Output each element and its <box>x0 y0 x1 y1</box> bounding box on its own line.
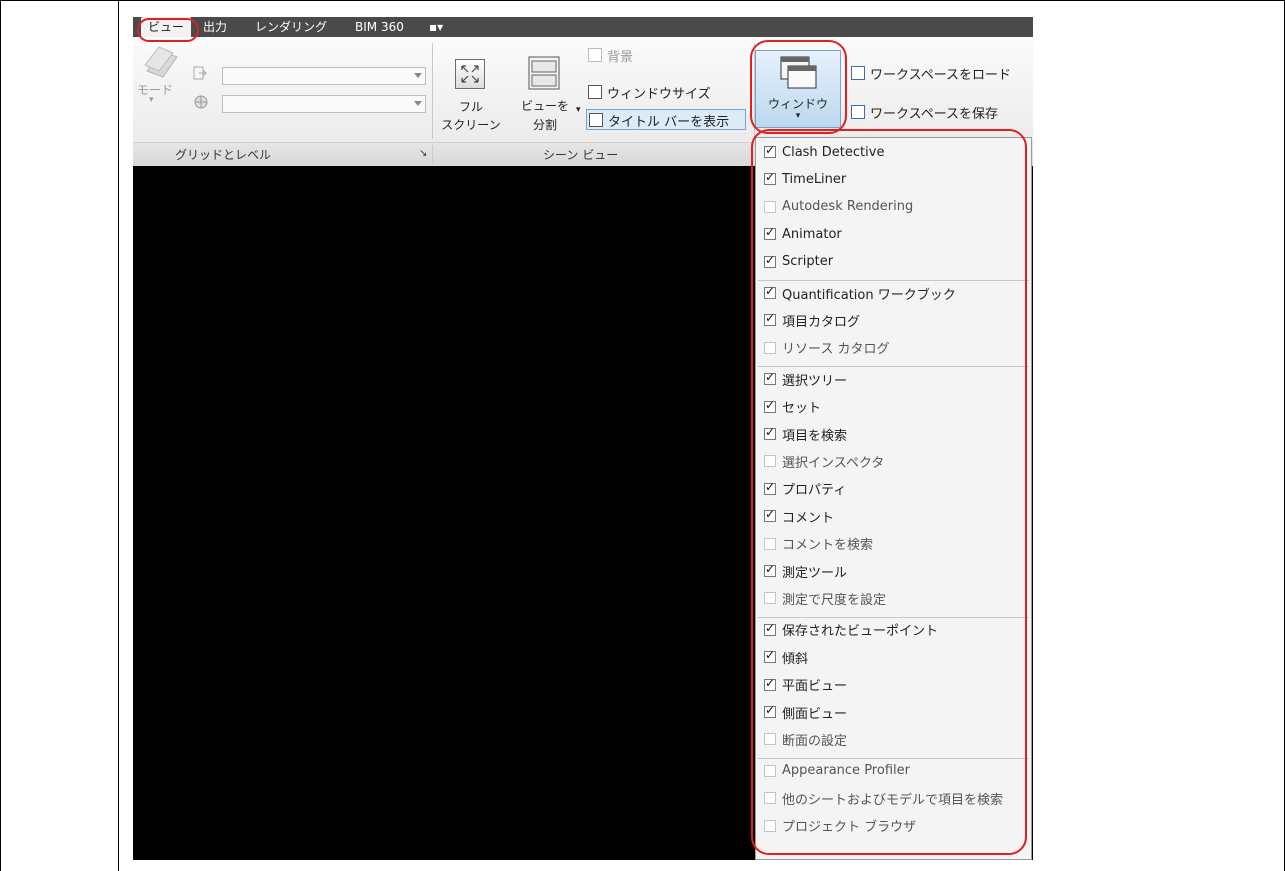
chevron-down-icon <box>414 73 422 78</box>
tab-bim360[interactable]: BIM 360 <box>355 17 404 37</box>
split-view-caret-icon[interactable]: ▾ <box>576 105 581 115</box>
load-workspace-button[interactable]: ワークスペースをロード <box>851 63 1011 83</box>
save-workspace-label: ワークスペースを保存 <box>870 106 999 122</box>
grid-system-select[interactable] <box>222 67 426 85</box>
panel-separator <box>432 43 433 139</box>
window-size-icon <box>588 85 602 99</box>
annotation-tab-view <box>137 18 199 42</box>
panel-launcher-icon[interactable]: ↘ <box>419 148 427 159</box>
chevron-down-icon <box>414 101 422 106</box>
ribbon-body: モード ▾ フル スクリーン ビューを 分割 ▾ 背景 ウィンドウサイズ ワーク… <box>133 37 1033 142</box>
grid-levels-panel-title: グリッドとレベル <box>175 148 272 162</box>
split-view-icon[interactable] <box>527 55 561 91</box>
title-bar-icon <box>589 113 603 127</box>
tab-rendering[interactable]: レンダリング <box>255 17 327 37</box>
fullscreen-label-2: スクリーン <box>441 118 501 132</box>
background-label: 背景 <box>607 49 634 65</box>
save-workspace-button[interactable]: ワークスペースを保存 <box>851 102 998 122</box>
tab-overflow-icon[interactable]: ▪▾ <box>429 17 459 37</box>
load-workspace-icon <box>851 66 865 80</box>
fullscreen-icon[interactable] <box>455 59 485 89</box>
grid-mode-caret-icon: ▾ <box>149 95 154 105</box>
tab-output[interactable]: 出力 <box>203 17 227 37</box>
scene-view-panel-title: シーン ビュー <box>543 148 619 162</box>
grid-mode-label: モード <box>137 83 174 97</box>
show-title-bar-label: タイトル バーを表示 <box>608 114 730 130</box>
panel-separator <box>432 145 433 163</box>
ribbon-tab-bar: ビュー 出力 レンダリング BIM 360 ▪▾ <box>133 17 1033 37</box>
frame-left-line <box>0 0 1 871</box>
window-size-label: ウィンドウサイズ <box>607 86 711 102</box>
fullscreen-label-1: フル <box>458 100 483 114</box>
background-icon <box>588 48 602 62</box>
window-size-button[interactable]: ウィンドウサイズ <box>588 82 711 102</box>
frame-gutter-line <box>118 0 119 871</box>
annotation-window-button <box>750 40 847 134</box>
load-workspace-label: ワークスペースをロード <box>870 67 1012 83</box>
grid-mode-icon[interactable] <box>143 45 179 79</box>
background-button[interactable]: 背景 <box>588 45 633 65</box>
frame-top-line <box>0 0 1285 1</box>
save-workspace-icon <box>851 105 865 119</box>
split-view-label-2: 分割 <box>532 118 557 132</box>
show-title-bar-button[interactable]: タイトル バーを表示 <box>586 109 746 130</box>
level-select[interactable] <box>222 95 426 113</box>
globe-icon <box>194 95 208 109</box>
split-view-label-1: ビューを <box>520 99 569 113</box>
annotation-window-menu <box>751 129 1027 855</box>
export-file-icon <box>193 66 207 80</box>
